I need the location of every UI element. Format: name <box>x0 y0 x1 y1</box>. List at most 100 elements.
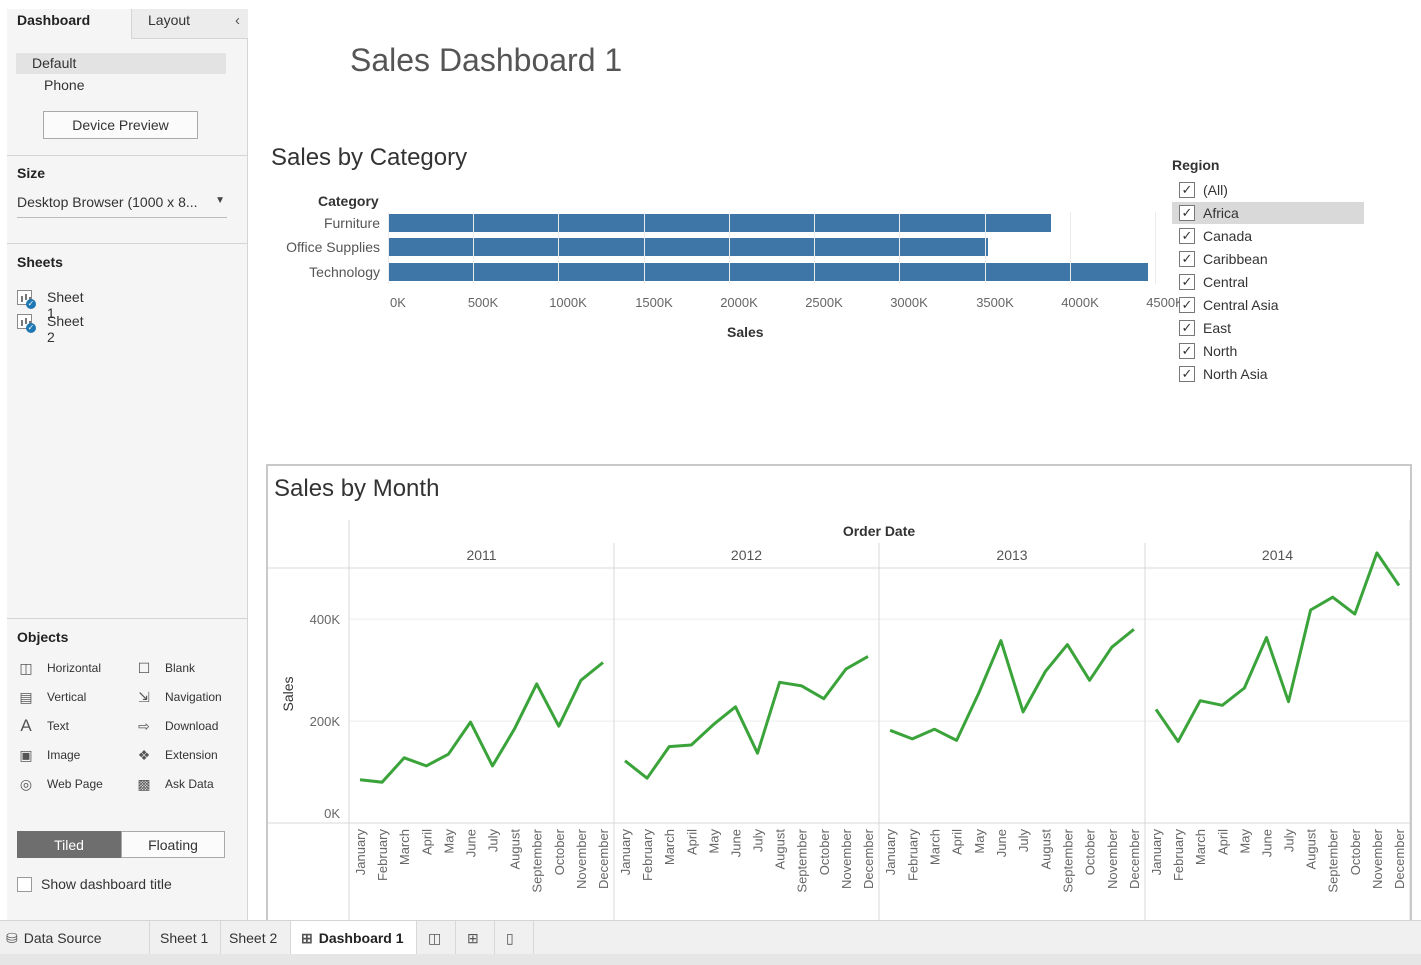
checkbox-checked-icon: ✓ <box>1179 343 1195 359</box>
checkbox-checked-icon: ✓ <box>1179 205 1195 221</box>
size-dropdown-value: Desktop Browser (1000 x 8... <box>17 194 198 210</box>
sales-line-2013 <box>889 628 1135 742</box>
month-tick-label: February <box>640 829 655 882</box>
x-tick-label: 2500K <box>805 295 843 310</box>
month-tick-label: April <box>684 829 699 855</box>
download-icon: ⇨ <box>138 718 150 734</box>
new-dashboard-button[interactable]: ⊞ <box>456 921 495 957</box>
month-tick-label: October <box>817 828 832 875</box>
month-tick-label: April <box>419 829 434 855</box>
month-tick-label: June <box>729 829 744 857</box>
divider <box>7 618 248 619</box>
tab-layout[interactable]: Layout <box>131 9 248 39</box>
x-tick-label: 0K <box>390 295 406 310</box>
tiled-toggle[interactable]: Tiled <box>17 831 121 858</box>
month-tick-label: March <box>927 829 942 865</box>
month-tick-label: November <box>574 828 589 889</box>
region-filter-label: North <box>1203 343 1238 359</box>
floating-toggle[interactable]: Floating <box>121 831 225 858</box>
month-tick-label: November <box>1105 828 1120 889</box>
object-label: Blank <box>165 661 196 675</box>
collapse-pane-icon[interactable]: ‹ <box>235 12 240 29</box>
x-axis-title: Sales <box>727 324 764 340</box>
region-filter-label: Caribbean <box>1203 251 1268 267</box>
month-tick-label: November <box>839 828 854 889</box>
region-filter-item[interactable]: ✓ Africa <box>1172 202 1364 224</box>
region-filter-item[interactable]: ✓ North <box>1172 340 1364 362</box>
image-icon: ▣ <box>19 747 33 763</box>
checkbox-unchecked-icon <box>17 877 32 892</box>
new-worksheet-button[interactable]: ◫ <box>417 921 456 957</box>
region-filter-item[interactable]: ✓ Caribbean <box>1172 248 1364 270</box>
vertical-icon: ▤ <box>19 689 33 705</box>
region-filter-item[interactable]: ✓ North Asia <box>1172 363 1364 385</box>
region-filter-label: (All) <box>1203 182 1228 198</box>
month-tick-label: March <box>1193 829 1208 865</box>
status-bar <box>0 954 1421 965</box>
size-dropdown[interactable]: Desktop Browser (1000 x 8... ▼ <box>17 194 227 218</box>
object-label: Web Page <box>47 777 103 791</box>
gridline <box>899 212 900 284</box>
year-header: 2012 <box>731 547 762 563</box>
object-label: Extension <box>165 748 218 762</box>
checkbox-checked-icon: ✓ <box>1179 297 1195 313</box>
region-filter-label: Africa <box>1203 205 1239 221</box>
checkbox-checked-icon: ✓ <box>1179 274 1195 290</box>
sales-by-month-chart[interactable]: Order Date 0K 200K 400K Sales 2011 January Febr… <box>268 466 1410 920</box>
category-label: Office Supplies <box>286 239 380 255</box>
tab-label: Data Source <box>23 930 102 946</box>
month-tick-label: August <box>1304 829 1319 870</box>
y-axis-title: Sales <box>280 676 296 711</box>
y-tick-label: 0K <box>324 806 340 821</box>
category-bar[interactable] <box>388 238 988 256</box>
month-tick-label: March <box>662 829 677 865</box>
month-tick-label: September <box>530 828 545 892</box>
x-axis-title: Order Date <box>843 523 916 539</box>
tab-dashboard[interactable]: Dashboard <box>7 9 132 39</box>
device-layout-default[interactable]: Default <box>16 53 226 74</box>
tab-data-source[interactable]: ⛁ Data Source <box>0 921 150 957</box>
tab-layout-label: Layout <box>148 12 191 28</box>
region-filter-item[interactable]: ✓ (All) <box>1172 179 1364 201</box>
month-tick-label: March <box>397 829 412 865</box>
device-layout-phone[interactable]: Phone <box>44 77 84 93</box>
month-tick-label: August <box>773 829 788 870</box>
size-section-title: Size <box>17 165 46 181</box>
year-header: 2013 <box>996 547 1027 563</box>
month-tick-label: February <box>375 829 390 882</box>
region-filter-item[interactable]: ✓ Central Asia <box>1172 294 1364 316</box>
sales-line-2011 <box>359 661 604 784</box>
text-icon: A <box>20 716 32 735</box>
tab-label: Dashboard 1 <box>318 930 404 946</box>
device-preview-button[interactable]: Device Preview <box>43 111 198 139</box>
month-tick-label: January <box>353 829 368 876</box>
gridline <box>558 212 559 284</box>
checkbox-checked-icon: ✓ <box>1179 320 1195 336</box>
category-bar[interactable] <box>388 263 1148 281</box>
dashboard-title: Sales Dashboard 1 <box>350 42 623 78</box>
x-tick-label: 3000K <box>890 295 928 310</box>
gridline <box>814 212 815 284</box>
tab-sheet-1[interactable]: Sheet 1 <box>150 921 221 957</box>
region-filter-item[interactable]: ✓ Central <box>1172 271 1364 293</box>
month-tick-label: May <box>1237 829 1252 854</box>
gridline <box>1070 212 1071 284</box>
blank-icon: ☐ <box>137 660 151 676</box>
region-filter-label: North Asia <box>1203 366 1268 382</box>
month-tick-label: May <box>972 829 987 854</box>
category-label: Technology <box>309 264 380 280</box>
category-bar[interactable] <box>388 214 1051 232</box>
new-story-button[interactable]: ▯ <box>495 921 534 957</box>
tab-dashboard-1[interactable]: ⊞ Dashboard 1 <box>291 921 417 957</box>
object-label: Navigation <box>165 690 222 704</box>
month-tick-label: October <box>1083 828 1098 875</box>
ask-data-icon: ▩ <box>137 776 151 792</box>
tab-sheet-2[interactable]: Sheet 2 <box>221 921 291 957</box>
navigation-icon: ⇲ <box>138 689 150 705</box>
object-label: Horizontal <box>47 661 102 675</box>
object-label: Vertical <box>47 690 87 704</box>
region-filter-item[interactable]: ✓ Canada <box>1172 225 1364 247</box>
region-filter-item[interactable]: ✓ East <box>1172 317 1364 339</box>
month-tick-label: September <box>1060 828 1075 892</box>
dropdown-arrow-icon: ▼ <box>215 195 225 206</box>
